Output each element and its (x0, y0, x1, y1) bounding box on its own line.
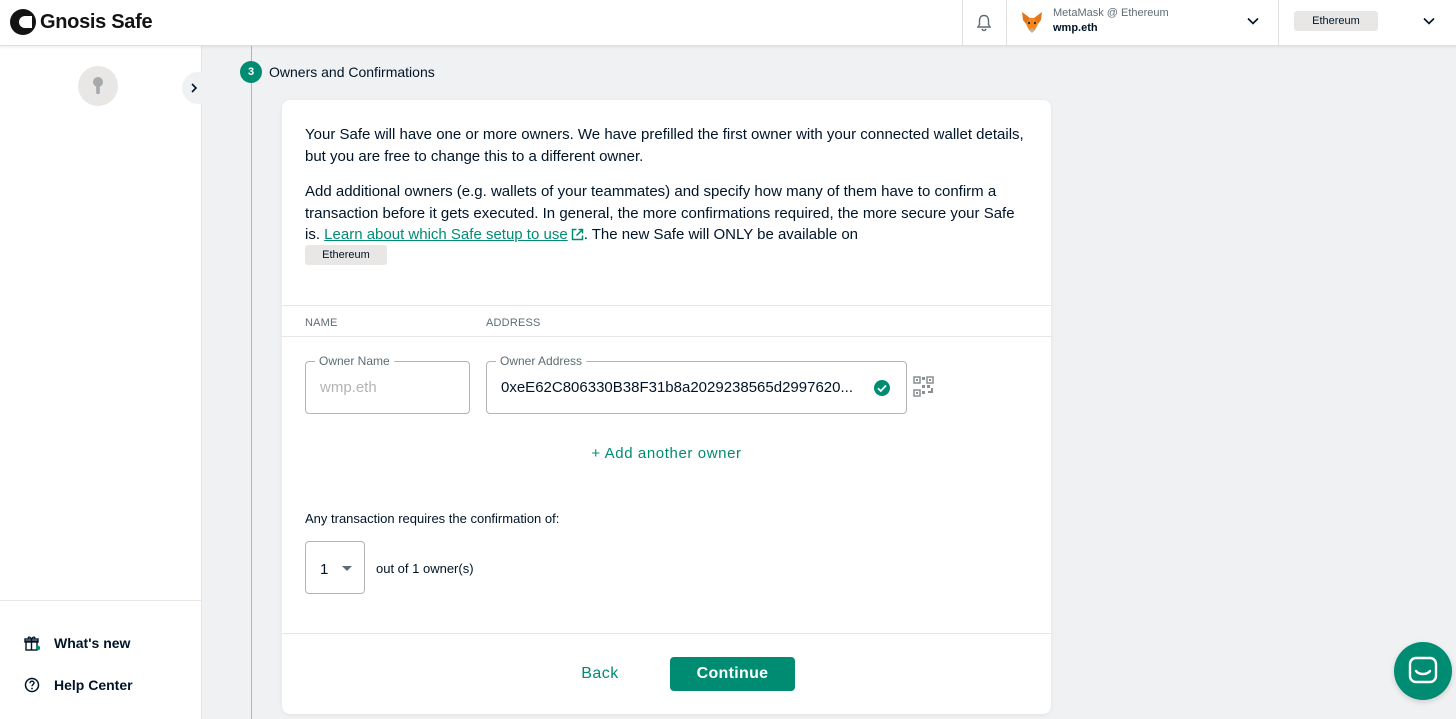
network-label: Ethereum (1294, 11, 1378, 31)
network-selector[interactable]: Ethereum (1278, 0, 1456, 46)
key-icon (93, 77, 103, 94)
owner-address-field[interactable]: Owner Address 0xeE62C806330B38F31b8a2029… (486, 354, 907, 414)
owners-table-header: NAME ADDRESS (282, 305, 1051, 337)
owner-address-input[interactable]: 0xeE62C806330B38F31b8a2029238565d2997620… (501, 379, 863, 396)
intro-paragraph-1: Your Safe will have one or more owners. … (305, 126, 1024, 165)
column-address-header: ADDRESS (486, 317, 541, 329)
learn-safe-setup-link[interactable]: Learn about which Safe setup to use (324, 226, 568, 243)
valid-check-icon (874, 380, 890, 396)
help-icon (24, 677, 40, 693)
intro-text: Your Safe will have one or more owners. … (305, 124, 1030, 246)
gnosis-safe-logo[interactable]: Gnosis Safe (10, 9, 153, 35)
step-title: Owners and Confirmations (269, 64, 435, 80)
chevron-down-icon[interactable] (1422, 14, 1436, 28)
gift-icon (24, 636, 40, 651)
external-link-icon[interactable] (571, 228, 584, 241)
intro-paragraph-2-suffix: . The new Safe will ONLY be available on (583, 226, 859, 243)
threshold-value: 1 (320, 561, 329, 578)
caret-down-icon (342, 566, 352, 571)
owner-name-label: Owner Name (315, 354, 394, 368)
whats-new-link[interactable]: What's new (24, 635, 130, 651)
network-pill: Ethereum (305, 245, 387, 265)
column-name-header: NAME (305, 317, 338, 329)
owners-card: Your Safe will have one or more owners. … (282, 100, 1051, 714)
add-another-owner-button[interactable]: + Add another owner (282, 445, 1051, 462)
chevron-down-icon[interactable] (1246, 14, 1260, 28)
gnosis-logo-icon (10, 9, 36, 35)
help-center-link[interactable]: Help Center (24, 677, 133, 693)
sidebar: What's new Help Center (0, 46, 206, 719)
whats-new-label: What's new (54, 635, 131, 651)
owner-address-label: Owner Address (496, 354, 587, 368)
qr-code-icon[interactable] (913, 376, 934, 397)
expand-sidebar-button[interactable] (182, 72, 206, 104)
intro-paragraph-2: Add additional owners (e.g. wallets of y… (305, 181, 1030, 246)
wallet-selector[interactable]: MetaMask @ Ethereum wmp.eth (1006, 0, 1278, 46)
card-footer-divider (282, 633, 1051, 634)
sidebar-divider (0, 600, 202, 601)
owner-name-input[interactable] (320, 379, 460, 396)
continue-button[interactable]: Continue (670, 657, 795, 691)
help-center-label: Help Center (54, 677, 133, 693)
wallet-provider-label: MetaMask @ Ethereum (1053, 7, 1169, 19)
metamask-fox-icon (1022, 12, 1042, 33)
step-number-badge: 3 (240, 61, 262, 83)
safe-placeholder-avatar (78, 66, 118, 106)
support-chat-button[interactable] (1394, 642, 1452, 700)
top-bar: Gnosis Safe MetaMask @ Ethereum wmp.eth … (0, 0, 1456, 46)
owner-name-field[interactable]: Owner Name (305, 354, 470, 414)
threshold-suffix: out of 1 owner(s) (376, 561, 474, 576)
threshold-label: Any transaction requires the confirmatio… (305, 511, 560, 526)
stepper-line (251, 46, 252, 719)
chat-icon (1408, 656, 1438, 684)
bell-icon (976, 14, 992, 32)
back-button[interactable]: Back (564, 665, 636, 685)
notifications-button[interactable] (962, 0, 1006, 46)
brand-name: Gnosis Safe (40, 10, 153, 33)
threshold-select[interactable]: 1 (305, 541, 365, 594)
chevron-right-icon (191, 83, 198, 93)
wallet-ens-name: wmp.eth (1053, 22, 1098, 34)
